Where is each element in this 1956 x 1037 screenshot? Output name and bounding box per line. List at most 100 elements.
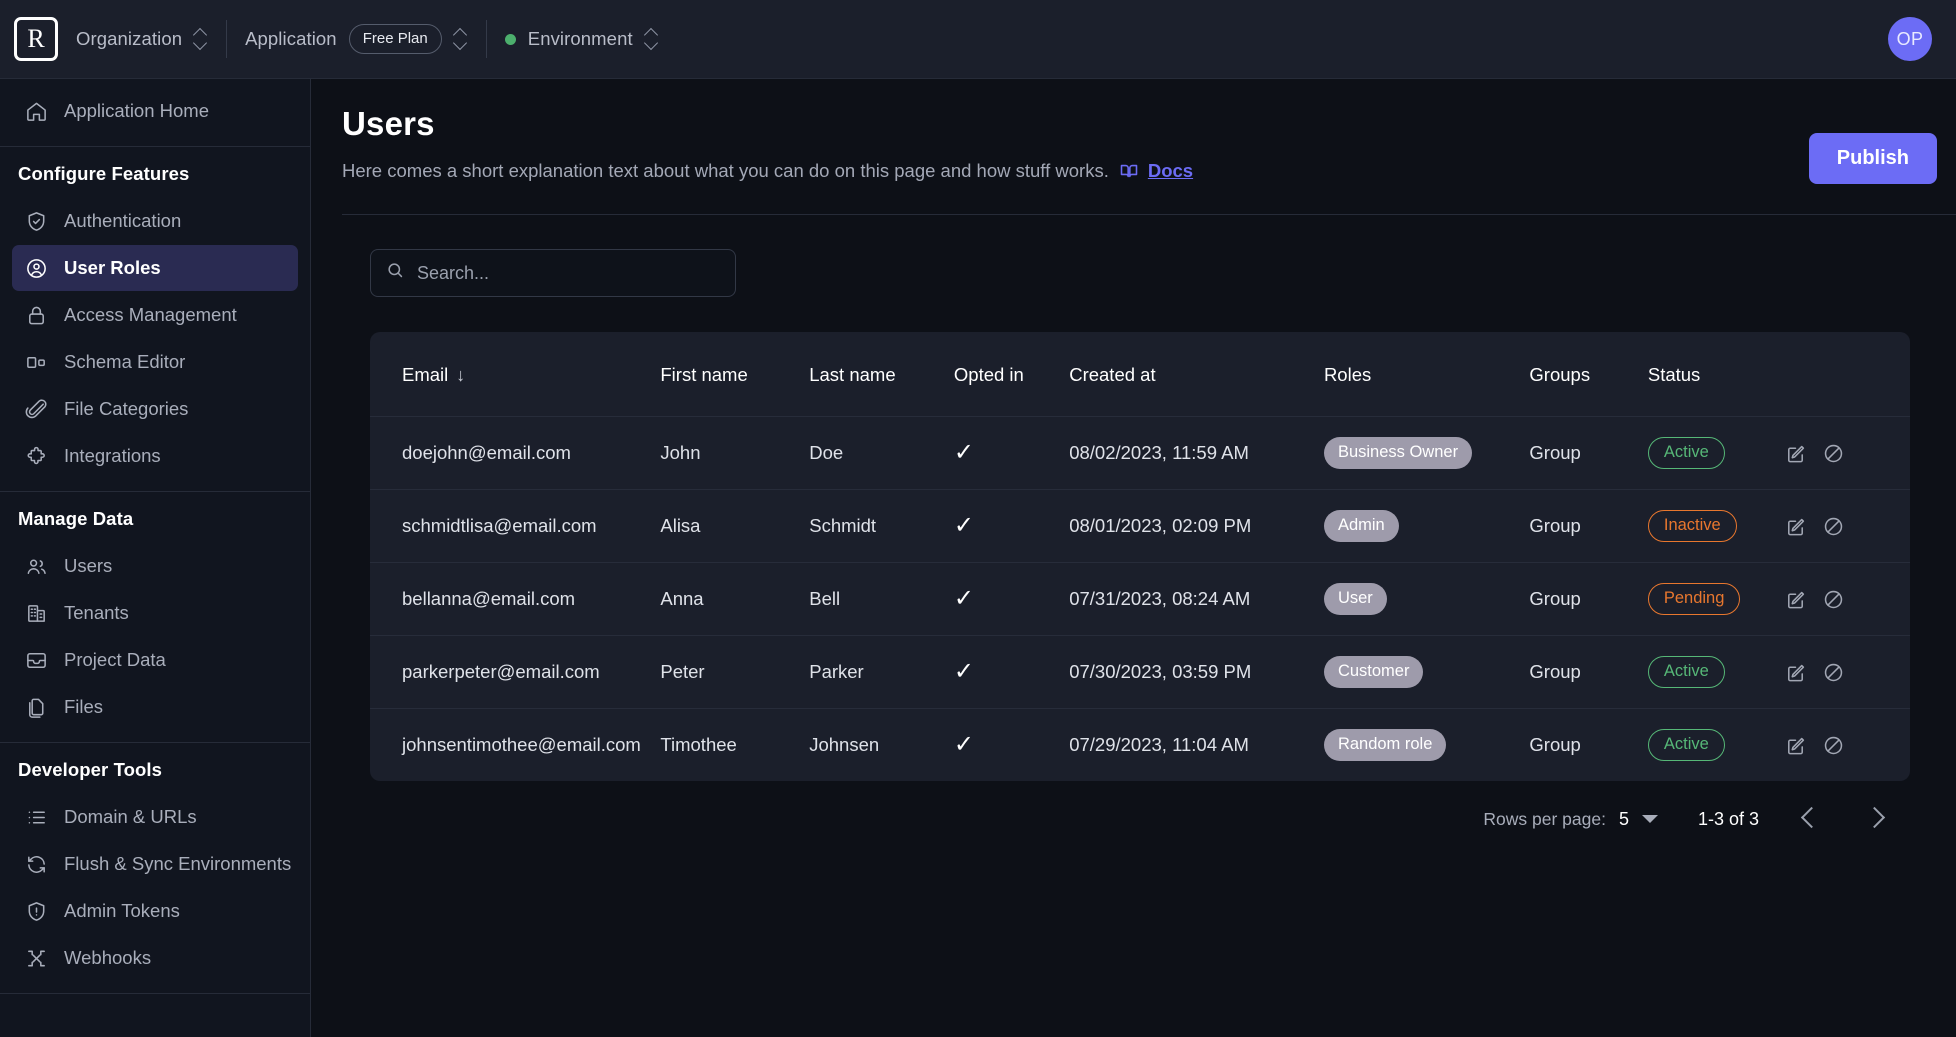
avatar[interactable]: OP: [1888, 17, 1932, 61]
application-selector[interactable]: Application Free Plan: [227, 16, 486, 62]
search-input[interactable]: [417, 262, 720, 284]
sidebar-item-integrations[interactable]: Integrations: [12, 433, 298, 479]
table-row[interactable]: schmidtlisa@email.com Alisa Schmidt ✓ 08/01/…: [370, 489, 1910, 563]
cell-last-name: Parker: [809, 635, 954, 709]
app-logo[interactable]: R: [14, 17, 58, 61]
sidebar: Application Home Configure Features Auth…: [0, 79, 311, 1037]
sidebar-item-authentication[interactable]: Authentication: [12, 198, 298, 244]
edit-icon[interactable]: [1784, 442, 1807, 465]
table-header: Email ↓ First name Last name Opted in Cre…: [370, 332, 1910, 417]
block-icon[interactable]: [1822, 515, 1845, 538]
cell-groups: Group: [1529, 562, 1648, 636]
chevron-updown-icon: [645, 28, 659, 50]
organization-selector[interactable]: Organization: [58, 16, 226, 62]
cell-last-name: Doe: [809, 416, 954, 490]
sidebar-item-label: Integrations: [64, 445, 161, 466]
block-icon[interactable]: [1822, 734, 1845, 757]
block-icon[interactable]: [1822, 661, 1845, 684]
pagination: Rows per page: 5 1-3 of 3: [370, 806, 1910, 832]
sort-desc-icon: ↓: [456, 365, 466, 385]
column-header-roles[interactable]: Roles: [1324, 332, 1529, 417]
column-header-email[interactable]: Email ↓: [370, 332, 660, 417]
sidebar-item-domain-urls[interactable]: Domain & URLs: [12, 794, 298, 840]
sidebar-item-label: Flush & Sync Environments: [64, 853, 292, 874]
table-body: doejohn@email.com John Doe ✓ 08/02/2023, 11:…: [370, 416, 1910, 781]
sidebar-item-project-data[interactable]: Project Data: [12, 637, 298, 683]
sidebar-item-tenants[interactable]: Tenants: [12, 590, 298, 636]
sidebar-item-label: Access Management: [64, 304, 237, 325]
sidebar-item-files[interactable]: Files: [12, 684, 298, 730]
cell-created-at: 08/01/2023, 02:09 PM: [1069, 489, 1324, 563]
cell-created-at: 07/31/2023, 08:24 AM: [1069, 562, 1324, 636]
sidebar-item-label: Files: [64, 696, 104, 717]
cell-status: Active: [1647, 635, 1785, 709]
sidebar-item-schema-editor[interactable]: Schema Editor: [12, 339, 298, 385]
home-icon: [25, 100, 48, 123]
lock-icon: [25, 304, 48, 327]
sidebar-item-label: Application Home: [64, 100, 209, 121]
sidebar-item-flush-sync-environments[interactable]: Flush & Sync Environments: [12, 841, 298, 887]
puzzle-icon: [25, 445, 48, 468]
webhook-icon: [25, 947, 48, 970]
cell-email: schmidtlisa@email.com: [370, 489, 661, 563]
sidebar-item-label: Users: [64, 555, 113, 576]
edit-icon[interactable]: [1784, 661, 1807, 684]
cell-email: doejohn@email.com: [370, 416, 661, 490]
previous-page-button[interactable]: [1799, 806, 1821, 832]
block-icon[interactable]: [1822, 442, 1845, 465]
user-circle-icon: [25, 257, 48, 280]
role-chip: Customer: [1323, 656, 1424, 688]
check-icon: ✓: [953, 658, 974, 685]
column-header-first-name[interactable]: First name: [660, 332, 809, 417]
pagination-range: 1-3 of 3: [1697, 808, 1759, 829]
cell-status: Inactive: [1647, 489, 1785, 563]
table-row[interactable]: johnsentimothee@email.com Timothee Johnsen…: [370, 708, 1910, 781]
publish-button[interactable]: Publish: [1808, 133, 1937, 184]
column-header-opted-in[interactable]: Opted in: [954, 332, 1069, 417]
cell-created-at: 07/29/2023, 11:04 AM: [1069, 708, 1324, 781]
sidebar-item-access-management[interactable]: Access Management: [12, 292, 298, 338]
column-header-last-name[interactable]: Last name: [809, 332, 954, 417]
sidebar-item-user-roles[interactable]: User Roles: [12, 245, 298, 291]
rows-per-page-value[interactable]: 5: [1619, 809, 1629, 830]
divider: [0, 993, 310, 994]
sidebar-item-webhooks[interactable]: Webhooks: [12, 935, 298, 981]
users-table-card: Email ↓ First name Last name Opted in Cre…: [370, 332, 1910, 781]
table-row[interactable]: parkerpeter@email.com Peter Parker ✓ 07/30/2…: [370, 635, 1910, 709]
divider: [0, 491, 310, 492]
status-badge: Pending: [1647, 583, 1741, 615]
edit-icon[interactable]: [1784, 515, 1807, 538]
table-header-row: Email ↓ First name Last name Opted in Cre…: [370, 332, 1910, 417]
sidebar-item-admin-tokens[interactable]: Admin Tokens: [12, 888, 298, 934]
table-row[interactable]: doejohn@email.com John Doe ✓ 08/02/2023, 11:…: [370, 416, 1910, 490]
edit-icon[interactable]: [1784, 734, 1807, 757]
chevron-down-icon[interactable]: [1641, 815, 1658, 823]
column-header-status[interactable]: Status: [1648, 332, 1784, 417]
cell-first-name: Alisa: [660, 489, 810, 563]
sidebar-item-label: Schema Editor: [64, 351, 186, 372]
sidebar-item-file-categories[interactable]: File Categories: [12, 386, 298, 432]
next-page-button[interactable]: [1866, 806, 1888, 832]
plan-badge: Free Plan: [348, 24, 442, 54]
environment-selector[interactable]: Environment: [487, 16, 677, 62]
divider: [342, 214, 1956, 215]
table-row[interactable]: bellanna@email.com Anna Bell ✓ 07/31/2023, 0…: [370, 562, 1910, 636]
edit-icon[interactable]: [1784, 588, 1807, 611]
application-label: Application: [245, 28, 337, 49]
column-header-groups[interactable]: Groups: [1529, 332, 1647, 417]
check-icon: ✓: [953, 439, 974, 466]
main-content: Users Here comes a short explanation tex…: [311, 79, 1956, 1037]
sidebar-item-label: File Categories: [64, 398, 189, 419]
search-box[interactable]: [370, 249, 736, 297]
block-icon[interactable]: [1822, 588, 1845, 611]
sidebar-item-application-home[interactable]: Application Home: [12, 88, 298, 134]
role-chip: Admin: [1323, 510, 1399, 542]
docs-link-label: Docs: [1147, 160, 1194, 181]
docs-link[interactable]: Docs: [1119, 160, 1193, 182]
sidebar-item-users[interactable]: Users: [12, 543, 298, 589]
role-chip: Random role: [1323, 729, 1447, 761]
cell-opted-in: ✓: [953, 489, 1070, 563]
sidebar-item-label: Domain & URLs: [64, 806, 197, 827]
column-header-created-at[interactable]: Created at: [1069, 332, 1324, 417]
sidebar-item-label: Tenants: [64, 602, 129, 623]
